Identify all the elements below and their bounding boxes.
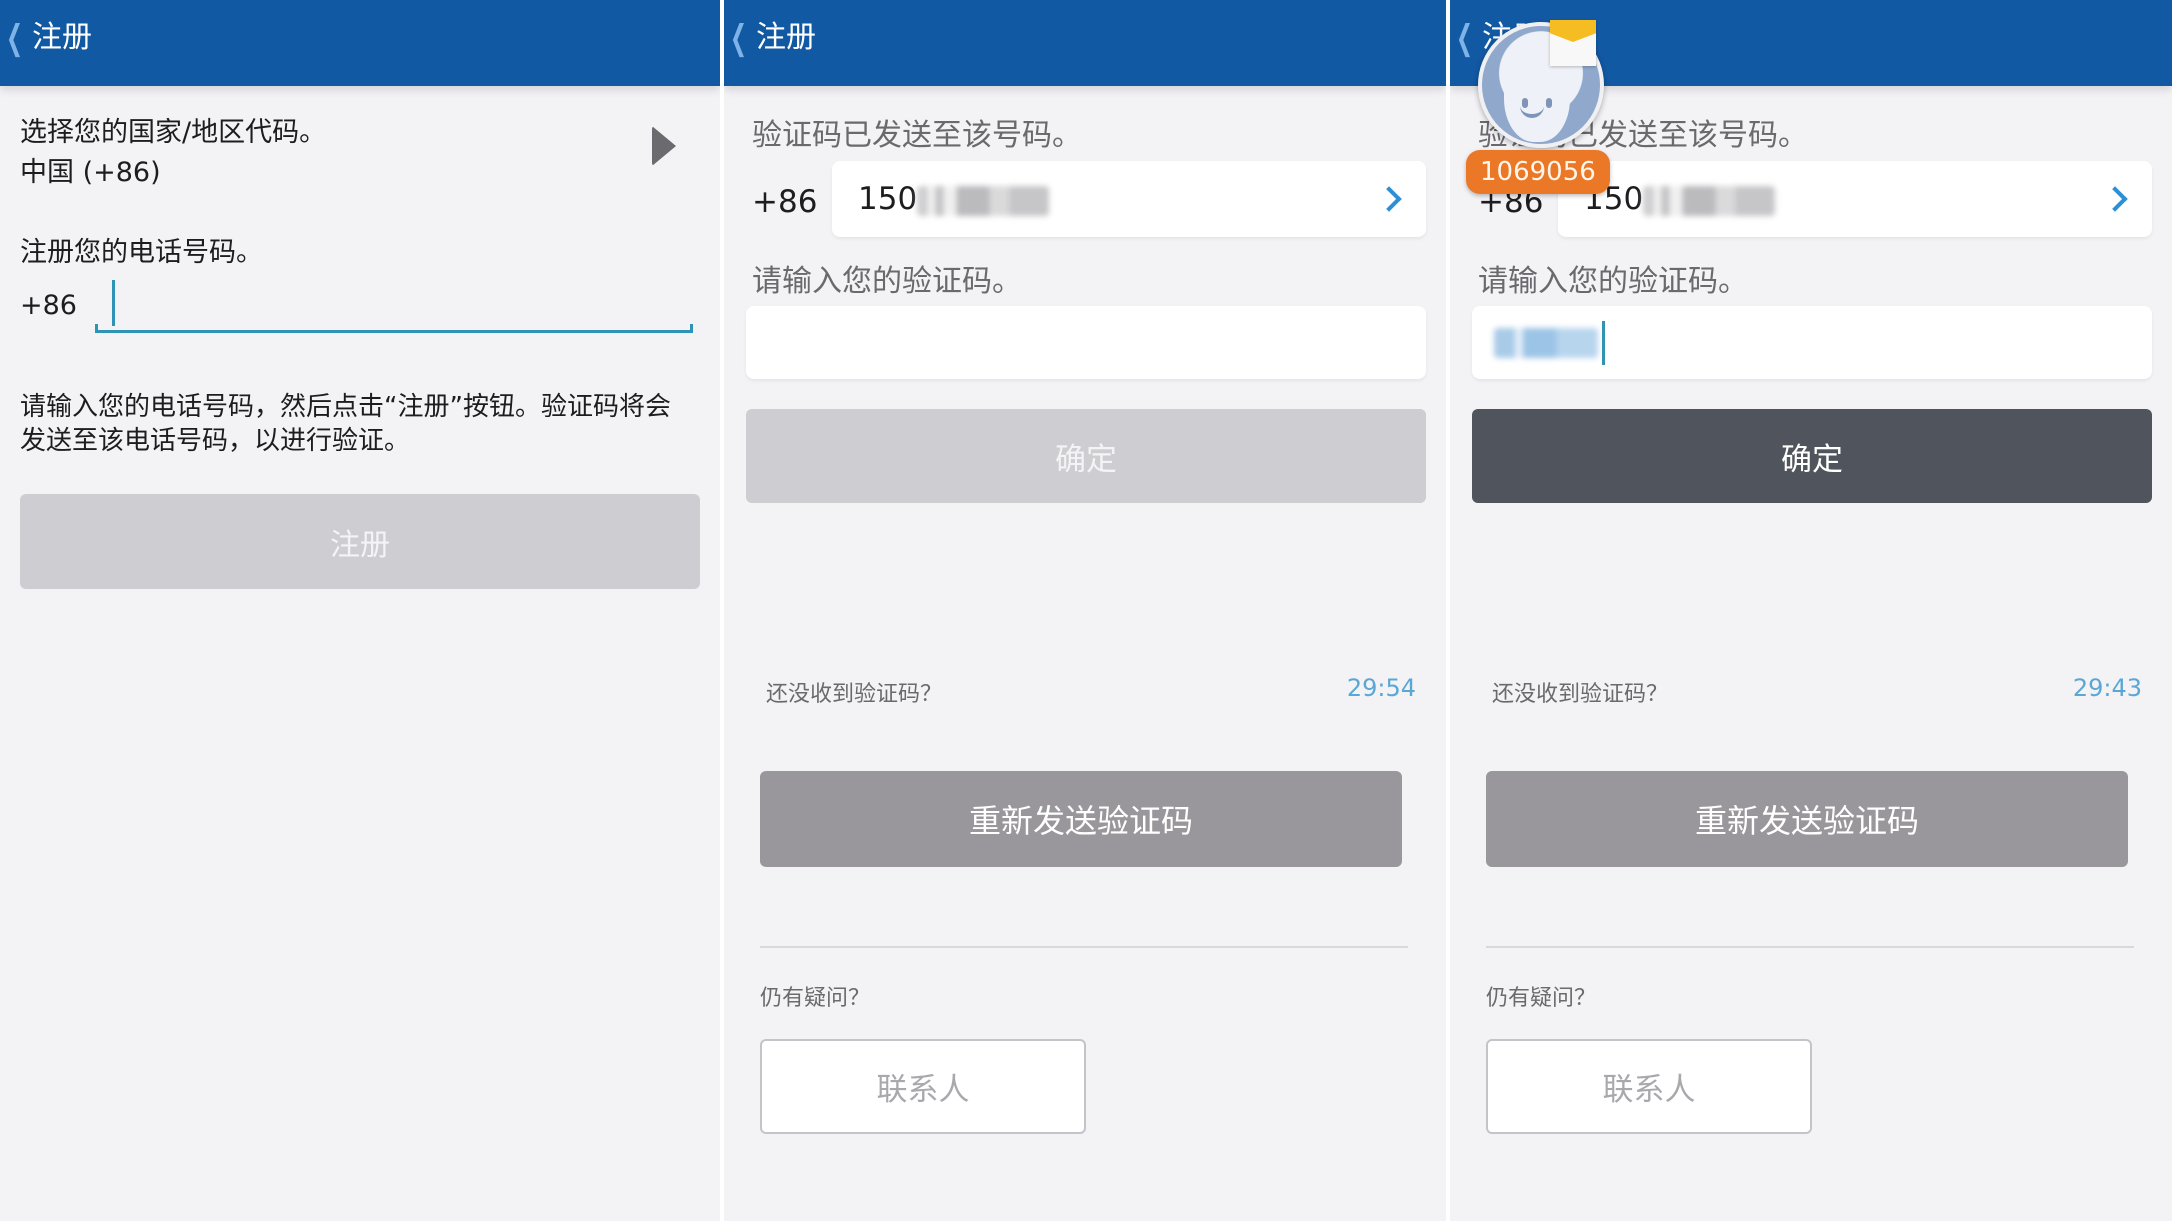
still-questions-text: 仍有疑问？ (760, 986, 871, 1011)
avatar-eye (1546, 98, 1552, 108)
app-header: ❮ 注册 (0, 0, 720, 86)
countdown-timer: 29:54 (1346, 674, 1416, 702)
contact-button-label: 联系人 (1602, 1072, 1696, 1108)
register-button-label: 注册 (330, 527, 390, 563)
confirm-button-label: 确定 (1055, 441, 1117, 478)
phone-label: 注册您的电话号码。 (20, 237, 263, 268)
section-divider (760, 946, 1408, 948)
contact-button[interactable]: 联系人 (1486, 1039, 1812, 1134)
chevron-right-icon[interactable] (2102, 186, 2128, 212)
phone-input[interactable] (95, 270, 693, 334)
chevron-right-icon[interactable] (1376, 186, 1402, 212)
header-title[interactable]: 注册 (756, 18, 816, 58)
text-cursor (1602, 321, 1605, 365)
resend-code-label: 重新发送验证码 (968, 802, 1193, 840)
code-label: 请输入您的验证码。 (1478, 264, 1748, 299)
chevron-left-icon[interactable]: ❮ (6, 18, 23, 58)
masked-phone-digits (1643, 185, 1776, 216)
sms-sender: 1069056 (1480, 157, 1596, 187)
phone-number-field[interactable]: 150 (1558, 161, 2152, 237)
play-arrow-icon[interactable] (652, 126, 676, 166)
resend-code-button[interactable]: 重新发送验证码 (1486, 771, 2128, 867)
confirm-button-label: 确定 (1781, 441, 1843, 478)
code-input[interactable] (746, 306, 1426, 379)
section-divider (1486, 946, 2134, 948)
text-cursor (112, 280, 115, 326)
app-header: ❮ 注册 (724, 0, 1446, 86)
sms-sender-badge[interactable]: 1069056 (1466, 150, 1610, 194)
register-button[interactable]: 注册 (20, 494, 700, 589)
resend-code-button[interactable]: 重新发送验证码 (760, 771, 1402, 867)
masked-phone-digits (917, 185, 1050, 216)
header-title[interactable]: 注册 (32, 18, 92, 58)
phone-number-field[interactable]: 150 (832, 161, 1426, 237)
country-value: 中国 (+86) (20, 157, 161, 188)
country-label: 选择您的国家/地区代码。 (20, 117, 327, 148)
not-received-text: 还没收到验证码？ (1492, 682, 1669, 707)
help-text-line2: 发送至该电话号码，以进行验证。 (20, 426, 411, 456)
envelope-icon (1550, 20, 1596, 66)
masked-code-value (1494, 328, 1598, 358)
phone-input-underline (95, 324, 693, 333)
help-text-line1: 请输入您的电话号码，然后点击“注册”按钮。验证码将会 (20, 392, 671, 422)
confirm-button[interactable]: 确定 (1472, 409, 2152, 503)
register-phone-screen: ❮ 注册 选择您的国家/地区代码。 中国 (+86) 注册您的电话号码。 +86… (0, 0, 720, 1221)
countdown-timer: 29:43 (2072, 674, 2142, 702)
verify-code-screen-empty: ❮ 注册 验证码已发送至该号码。 +86 150 请输入您的验证码。 确定 还没… (724, 0, 1446, 1221)
not-received-text: 还没收到验证码？ (766, 682, 943, 707)
chevron-left-icon[interactable]: ❮ (730, 18, 747, 58)
contact-button[interactable]: 联系人 (760, 1039, 1086, 1134)
country-code: +86 (20, 290, 77, 321)
confirm-button[interactable]: 确定 (746, 409, 1426, 503)
chevron-left-icon[interactable]: ❮ (1456, 18, 1473, 58)
phone-prefix: 150 (858, 181, 918, 217)
resend-code-label: 重新发送验证码 (1694, 802, 1919, 840)
country-code: +86 (752, 184, 818, 220)
still-questions-text: 仍有疑问？ (1486, 986, 1597, 1011)
code-label: 请输入您的验证码。 (752, 264, 1022, 299)
envelope-flap (1550, 20, 1596, 42)
contact-button-label: 联系人 (876, 1072, 970, 1108)
code-sent-label: 验证码已发送至该号码。 (752, 118, 1082, 153)
code-input[interactable] (1472, 306, 2152, 379)
